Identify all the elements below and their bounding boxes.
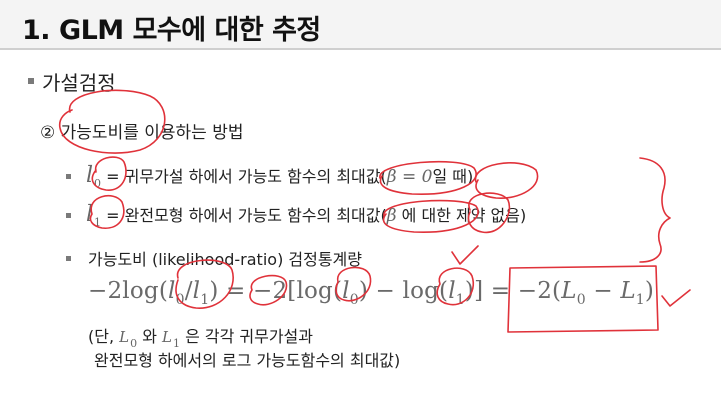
bullet-icon: [66, 174, 71, 179]
bracket-annotation: [639, 157, 671, 263]
slide: 1. GLM 모수에 대한 추정 가설검정 ② 가능도비를 이용하는 방법 l0…: [0, 0, 721, 418]
slide-title: 1. GLM 모수에 대한 추정: [22, 15, 321, 46]
beta-symbol: β: [386, 206, 397, 226]
bullet-icon: [66, 213, 71, 218]
note-line-2: 완전모형 하에서의 로그 가능도함수의 최대값): [94, 351, 401, 370]
subsection-heading: ② 가능도비를 이용하는 방법: [40, 123, 244, 143]
l1-definition: = 완전모형 하에서 가능도 함수의 최대값(: [106, 206, 387, 225]
l0-definition: = 귀무가설 하에서 가능도 함수의 최대값(: [106, 167, 387, 186]
l0-definition-tail: 일 때): [432, 167, 474, 186]
list-item-l1: l1 = 완전모형 하에서 가능도 함수의 최대값(β 에 대한 제약 없음): [86, 202, 526, 229]
note-line-1: (단, L0 와 L1 은 각각 귀무가설과: [88, 327, 314, 350]
check-annotation: [661, 289, 691, 307]
l1-symbol: l1: [86, 202, 102, 229]
section-heading: 가설검정: [42, 71, 116, 95]
list-item-l0: l0 = 귀무가설 하에서 가능도 함수의 최대값(β = 0일 때): [86, 163, 473, 190]
lr-formula: −2log(l0/l1) = −2[log(l0) − log(l1)] = −…: [88, 278, 655, 308]
circle-annotation: [474, 162, 539, 199]
title-divider: [0, 48, 721, 50]
beta-condition: β = 0: [386, 167, 433, 187]
bullet-icon: [66, 256, 71, 261]
l1-definition-tail: 에 대한 제약 없음): [396, 206, 527, 225]
title-bar: 1. GLM 모수에 대한 추정: [0, 0, 721, 50]
lr-statistic-heading: 가능도비 (likelihood-ratio) 검정통계량: [88, 250, 362, 269]
check-annotation: [451, 245, 479, 265]
bullet-icon: [28, 78, 34, 84]
l0-symbol: l0: [86, 163, 102, 190]
